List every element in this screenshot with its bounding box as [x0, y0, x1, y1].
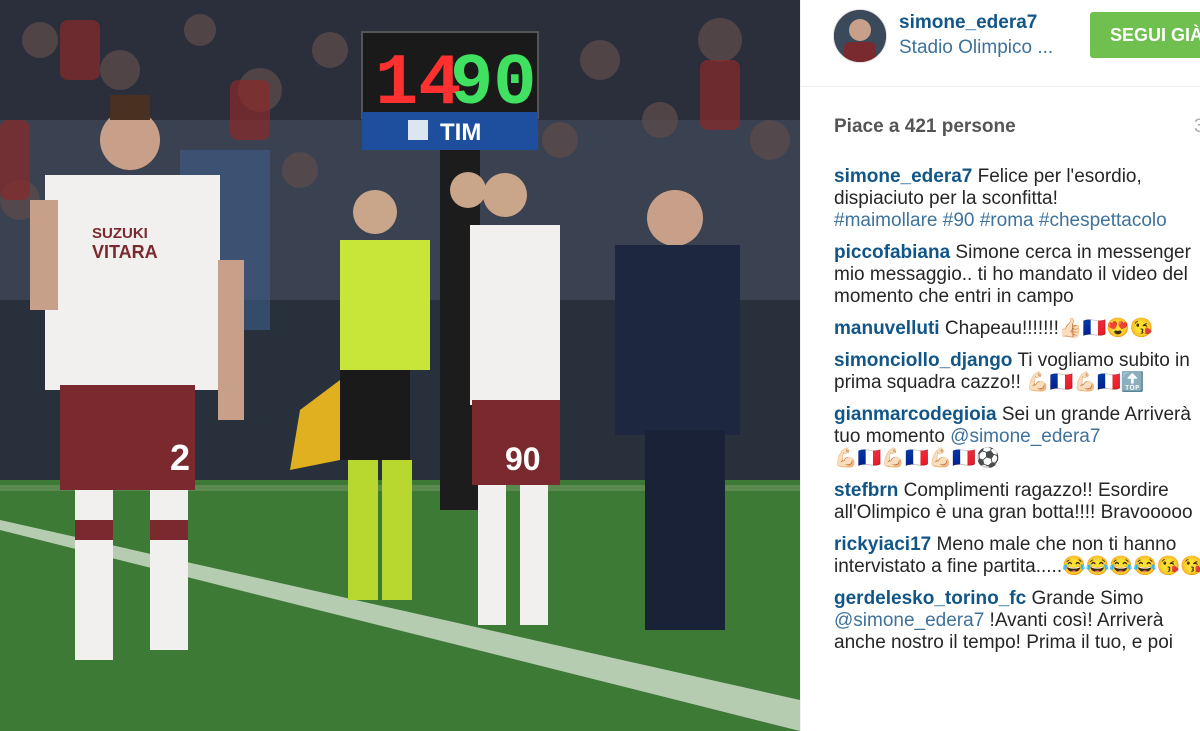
- match-photo: 14 90 TIM 90 SUZUKI VITARA 2: [0, 0, 800, 731]
- shirt-sponsor-2: VITARA: [92, 242, 158, 262]
- likes-count[interactable]: Piace a 421 persone: [834, 116, 1016, 137]
- comment-username[interactable]: gerdelesko_torino_fc: [834, 588, 1026, 609]
- location-link[interactable]: Stadio Olimpico ...: [899, 37, 1053, 59]
- comment-mention[interactable]: @simone_edera7: [950, 426, 1100, 447]
- avatar-image: [834, 10, 886, 62]
- comments-list: simone_edera7 Felice per l'esordio, disp…: [834, 166, 1200, 664]
- board-number-in: 90: [450, 43, 536, 125]
- comment-username[interactable]: stefbrn: [834, 480, 898, 501]
- comment-text: Grande Simo: [1026, 588, 1144, 609]
- post-header: simone_edera7 Stadio Olimpico ... SEGUI …: [801, 0, 1200, 87]
- comment-item: manuvelluti Chapeau!!!!!!!👍🏻🇫🇷😍😘: [834, 318, 1200, 340]
- post-sidebar: simone_edera7 Stadio Olimpico ... SEGUI …: [800, 0, 1200, 731]
- likes-row: Piace a 421 persone 3: [834, 116, 1200, 138]
- comment-username[interactable]: rickyiaci17: [834, 534, 931, 555]
- comment-mention[interactable]: @simone_edera7: [834, 610, 984, 631]
- header-username-link[interactable]: simone_edera7: [899, 12, 1037, 34]
- comment-item: stefbrn Complimenti ragazzo!! Esordire a…: [834, 480, 1200, 524]
- comment-text: Chapeau!!!!!!!👍🏻🇫🇷😍😘: [939, 318, 1154, 339]
- comment-item: simone_edera7 Felice per l'esordio, disp…: [834, 166, 1200, 232]
- comment-username[interactable]: manuvelluti: [834, 318, 940, 339]
- board-sponsor: TIM: [440, 119, 481, 146]
- comment-item: gianmarcodegioia Sei un grande Arriverà …: [834, 404, 1200, 470]
- comment-username[interactable]: piccofabiana: [834, 242, 950, 263]
- comment-item: simonciollo_django Ti vogliamo subito in…: [834, 350, 1200, 394]
- comment-item: piccofabiana Simone cerca in messenger m…: [834, 242, 1200, 308]
- comment-username[interactable]: simone_edera7: [834, 166, 972, 187]
- player-left-number: 2: [170, 437, 190, 478]
- comment-item: rickyiaci17 Meno male che non ti hanno i…: [834, 534, 1200, 578]
- comment-item: gerdelesko_torino_fc Grande Simo @simone…: [834, 588, 1200, 654]
- comment-username[interactable]: simonciollo_django: [834, 350, 1012, 371]
- post-time[interactable]: 3: [1194, 116, 1200, 138]
- player-right-number: 90: [505, 441, 541, 477]
- shirt-sponsor-1: SUZUKI: [92, 225, 148, 242]
- comment-emoji: 💪🏻🇫🇷💪🏻🇫🇷💪🏻🇫🇷⚽: [834, 448, 1000, 469]
- board-number-out: 14: [375, 43, 461, 125]
- avatar[interactable]: [833, 9, 887, 63]
- comments-fade: [801, 700, 1200, 731]
- comment-hashtags[interactable]: #maimollare #90 #roma #chespettacolo: [834, 210, 1167, 231]
- comment-username[interactable]: gianmarcodegioia: [834, 404, 997, 425]
- post-photo[interactable]: 14 90 TIM 90 SUZUKI VITARA 2: [0, 0, 800, 731]
- follow-button[interactable]: SEGUI GIÀ: [1090, 12, 1200, 58]
